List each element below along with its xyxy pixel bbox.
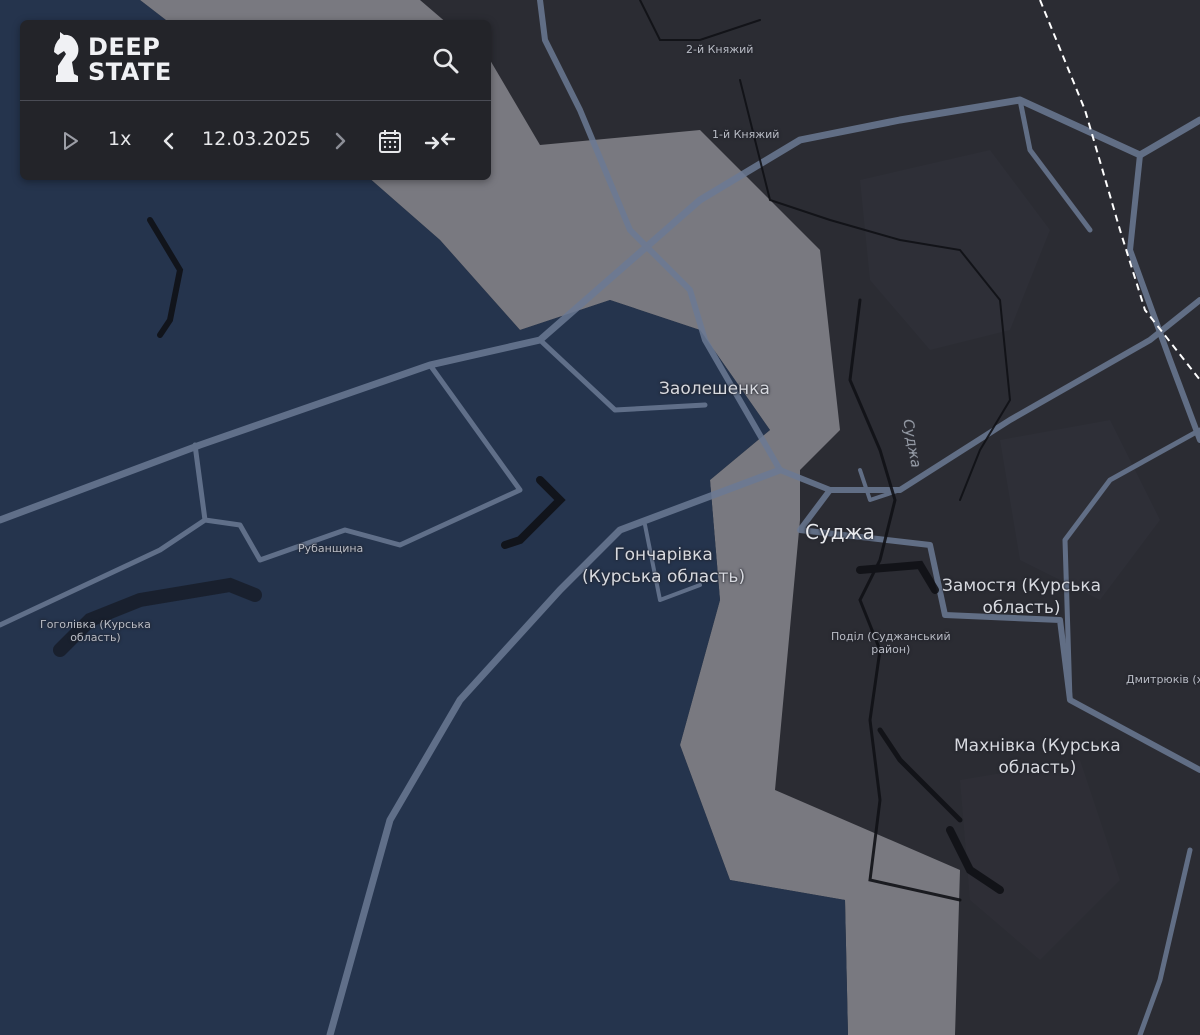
logo-text-line1: DEEP [88,33,161,61]
compare-arrows-icon[interactable] [424,128,456,158]
logo-text-line2: STATE [88,58,172,86]
label-hoholivka: Гоголівка (Курська область) [40,618,151,644]
logo[interactable]: DEEP STATE [52,32,172,88]
chevron-right-icon[interactable] [332,130,348,156]
label-kniazhyi-2: 2-й Княжий [686,43,754,56]
label-zamostia-line2: область) [982,598,1061,618]
label-makhnivka[interactable]: Махнівка (Курська область) [954,735,1121,779]
label-podil-line1: Поділ (Суджанський [831,630,951,643]
label-podil: Поділ (Суджанський район) [831,630,951,656]
chevron-left-icon[interactable] [161,130,177,156]
label-hoholivka-line2: область) [70,631,121,644]
label-zamostia[interactable]: Замостя (Курська область) [942,575,1101,619]
label-honcharivka-line2: (Курська область) [582,567,746,587]
search-icon[interactable] [432,47,460,79]
label-sudzha[interactable]: Суджа [805,520,875,544]
date-display[interactable]: 12.03.2025 [202,128,311,150]
label-zamostia-line1: Замостя (Курська [942,576,1102,596]
knight-chess-icon [52,32,82,88]
label-hoholivka-line1: Гоголівка (Курська [40,618,151,631]
label-honcharivka[interactable]: Гончарівка (Курська область) [582,544,745,588]
logo-text: DEEP STATE [88,35,172,85]
label-kniazhyi-1: 1-й Княжий [712,128,780,141]
panel-divider [20,100,491,101]
speed-button[interactable]: 1x [108,128,131,150]
label-honcharivka-line1: Гончарівка [614,545,713,565]
calendar-icon[interactable] [378,128,402,158]
control-panel: DEEP STATE 1x 12.03.2025 [20,20,491,180]
label-podil-line2: район) [871,643,911,656]
label-dmytriukiv: Дмитрюків (ху [1126,673,1200,686]
label-makhnivka-line2: область) [998,758,1077,778]
label-zaoleshenka[interactable]: Заолешенка [659,378,770,400]
label-rubanshchyna: Рубанщина [298,542,364,555]
label-makhnivka-line1: Махнівка (Курська [954,736,1121,756]
play-icon[interactable] [62,130,80,156]
